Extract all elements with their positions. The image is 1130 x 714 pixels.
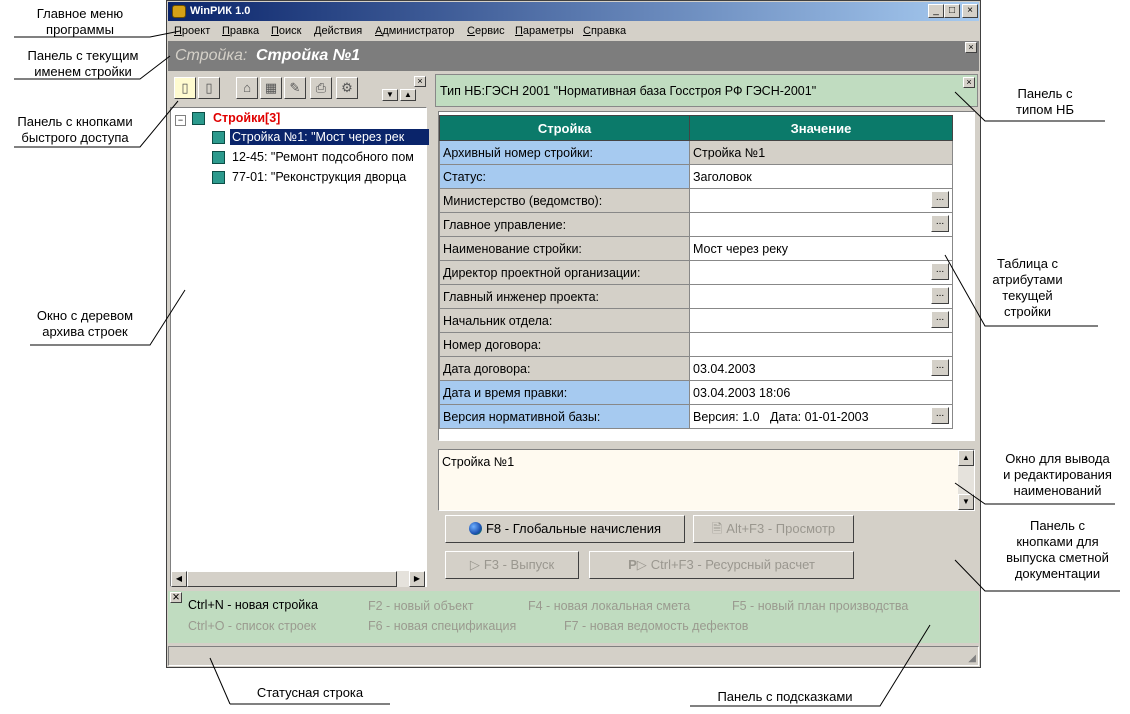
annotation-output-buttons: Панель с кнопками для выпуска сметной до… [1006,518,1109,581]
annotation-quick-buttons: Панель с кнопками быстрого доступа [17,114,133,145]
annotation-tree: Окно с деревом архива строек [36,308,134,339]
annotation-name-box: Окно для вывода и редактирования наимено… [1003,451,1112,498]
annotation-hints: Панель с подсказками [717,689,853,704]
annotation-status-bar: Статусная строка [256,685,364,700]
annotation-main-menu: Главное меню программы [36,6,124,37]
annotation-nb-panel: Панель с типом НБ [1016,86,1074,117]
annotation-lines [14,30,1120,707]
annotation-table: Таблица с атрибутами текущей стройки [992,256,1063,319]
annotation-stroyka-panel: Панель с текущим именем стройки [27,48,139,79]
